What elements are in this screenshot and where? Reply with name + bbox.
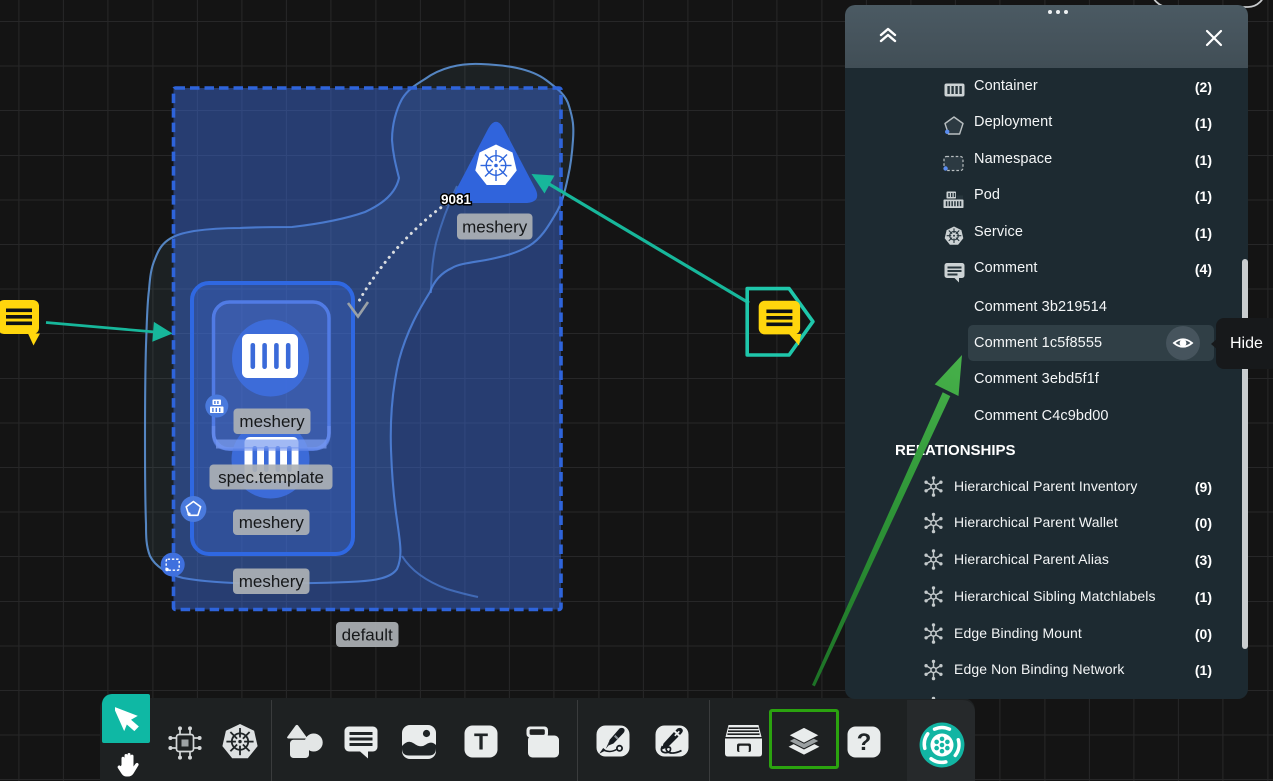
svg-text:default: default — [342, 626, 393, 645]
svg-text:meshery: meshery — [462, 218, 528, 237]
svg-text:meshery: meshery — [239, 513, 305, 532]
svg-text:?: ? — [857, 729, 872, 756]
svg-text:meshery: meshery — [239, 572, 305, 591]
svg-text:spec.template: spec.template — [218, 468, 324, 487]
svg-text:T: T — [474, 729, 488, 755]
svg-text:meshery: meshery — [239, 412, 305, 431]
svg-text:9081: 9081 — [441, 192, 472, 207]
